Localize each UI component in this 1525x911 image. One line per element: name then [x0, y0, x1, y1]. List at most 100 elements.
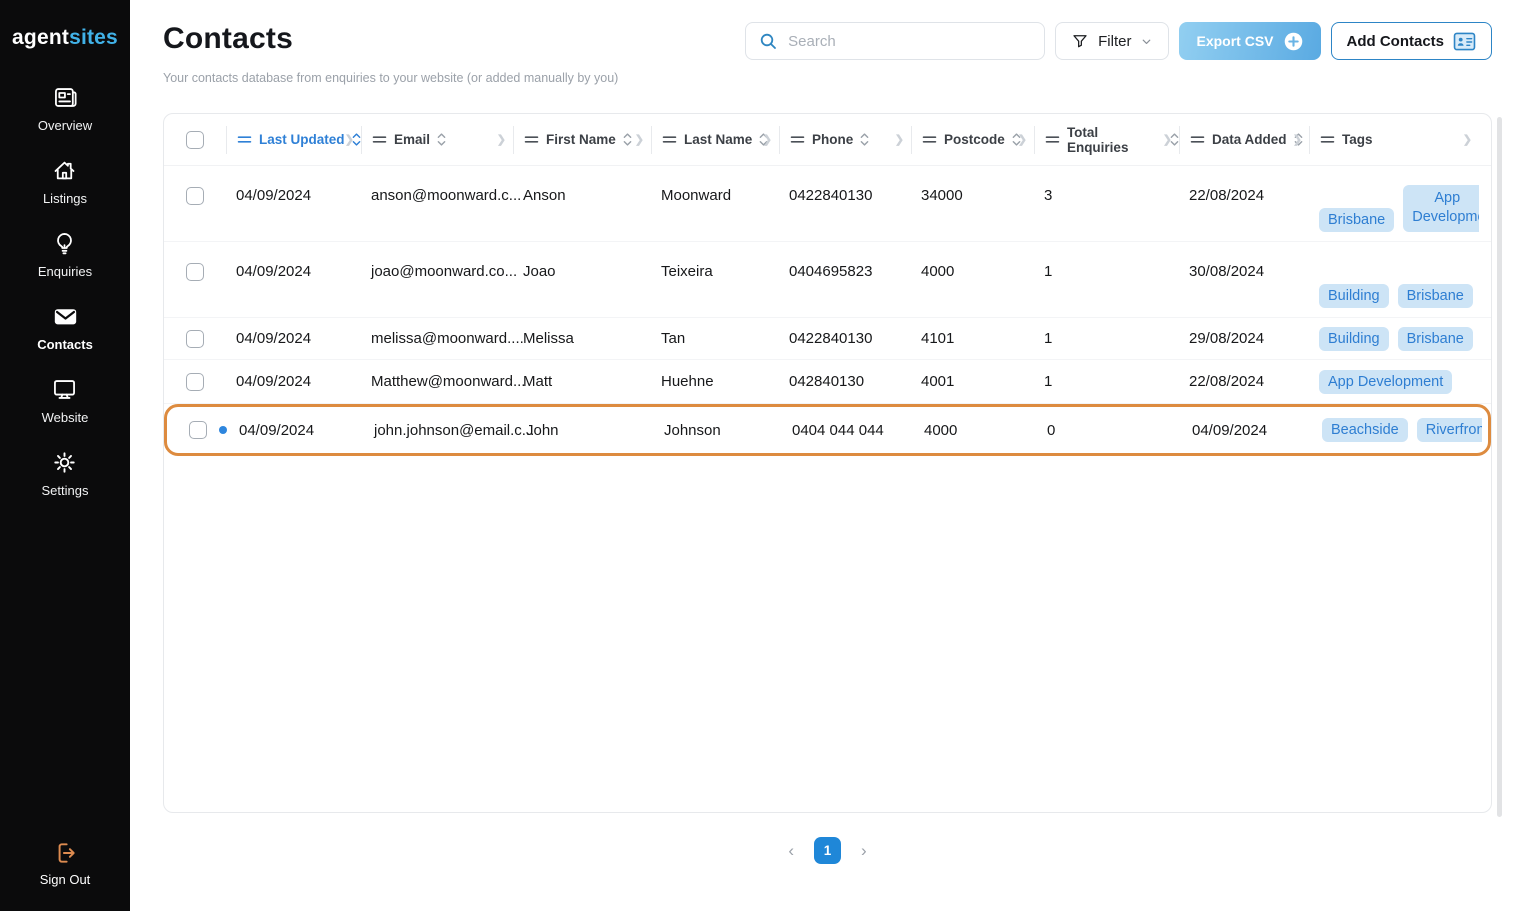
cell-last-updated: 04/09/2024 [236, 373, 312, 390]
column-resize-icon[interactable]: ❯ [763, 133, 772, 146]
cell-first-name: Anson [523, 187, 566, 204]
sidebar-item-contacts[interactable]: Contacts [37, 303, 93, 352]
sidebar-item-website[interactable]: Website [42, 376, 88, 425]
column-resize-icon[interactable]: ❯ [1293, 133, 1302, 146]
current-page-button[interactable]: 1 [814, 837, 841, 864]
sort-icon [860, 133, 869, 146]
column-resize-icon[interactable]: ❯ [635, 133, 644, 146]
drag-handle-icon [1190, 136, 1205, 143]
cell-postcode: 4101 [921, 330, 955, 347]
column-header-tags[interactable]: Tags ❯ [1309, 125, 1479, 154]
tag-pill: Riverfront [1416, 418, 1482, 442]
column-label: Total Enquiries [1066, 124, 1129, 155]
table-row[interactable]: 04/09/2024 joao@moonward.co... Joao Teix… [164, 242, 1491, 318]
sign-out-label: Sign Out [39, 872, 91, 887]
column-resize-icon[interactable]: ❯ [345, 133, 354, 146]
column-header-phone[interactable]: Phone ❯ [779, 125, 911, 154]
sign-out-button[interactable]: Sign Out [0, 840, 130, 887]
sidebar-item-listings[interactable]: Listings [43, 157, 87, 206]
column-resize-icon[interactable]: ❯ [1018, 133, 1027, 146]
cell-date-added: 29/08/2024 [1189, 330, 1265, 347]
cell-email: joao@moonward.co... [371, 263, 518, 280]
row-checkbox[interactable] [186, 263, 204, 281]
cell-tags: Building Brisbane [1309, 284, 1479, 308]
export-csv-button[interactable]: Export CSV [1179, 22, 1321, 60]
row-checkbox[interactable] [186, 329, 204, 348]
row-checkbox[interactable] [186, 372, 204, 391]
column-resize-icon[interactable]: ❯ [1163, 133, 1172, 146]
sidebar: agentsites Overview Listings Enquiries C… [0, 0, 130, 911]
sidebar-item-label: Overview [37, 118, 93, 133]
sidebar-item-enquiries[interactable]: Enquiries [38, 230, 92, 279]
sidebar-item-settings[interactable]: Settings [41, 449, 89, 498]
column-label: Postcode [944, 132, 1005, 147]
column-label: Phone [812, 132, 854, 147]
column-header-data-added[interactable]: Data Added ❯ [1179, 125, 1309, 154]
cell-last-updated: 04/09/2024 [236, 330, 312, 347]
column-resize-icon[interactable]: ❯ [1463, 133, 1472, 146]
sidebar-item-label: Contacts [37, 337, 93, 352]
sort-icon [437, 133, 446, 146]
contact-card-icon [1453, 32, 1476, 51]
export-csv-label: Export CSV [1196, 33, 1274, 49]
next-page-icon[interactable]: › [861, 841, 867, 861]
drag-handle-icon [790, 136, 805, 143]
cell-last-name: Huehne [661, 373, 714, 390]
column-header-email[interactable]: Email ❯ [361, 125, 513, 154]
table-row[interactable]: 04/09/2024 melissa@moonward.... Melissa … [164, 318, 1491, 360]
tag-pill: App Development [1403, 184, 1479, 232]
select-all-checkbox[interactable] [186, 130, 204, 149]
brand-logo-secondary: sites [69, 26, 118, 49]
filter-label: Filter [1098, 32, 1132, 50]
add-contacts-label: Add Contacts [1346, 32, 1445, 50]
column-label: First Name [546, 132, 616, 147]
brand-logo-primary: agent [12, 26, 70, 49]
table-row-highlighted[interactable]: 04/09/2024 john.johnson@email.c... John … [164, 404, 1491, 456]
cell-first-name: Melissa [523, 330, 574, 347]
column-resize-icon[interactable]: ❯ [895, 133, 904, 146]
table-row[interactable]: 04/09/2024 anson@moonward.c... Anson Moo… [164, 166, 1491, 242]
plus-circle-icon [1283, 31, 1304, 52]
column-header-first-name[interactable]: First Name ❯ [513, 125, 651, 154]
cell-email: Matthew@moonward... [371, 373, 526, 390]
cell-date-added: 30/08/2024 [1189, 263, 1265, 280]
cell-last-name: Moonward [661, 187, 732, 204]
column-resize-icon[interactable]: ❯ [497, 133, 506, 146]
pagination: ‹ 1 › [163, 837, 1492, 864]
cell-phone: 042840130 [789, 373, 865, 390]
column-header-postcode[interactable]: Postcode ❯ [911, 125, 1034, 154]
drag-handle-icon [922, 136, 937, 143]
add-contacts-button[interactable]: Add Contacts [1330, 22, 1492, 60]
main-content: Contacts Your contacts database from enq… [130, 0, 1525, 911]
search-icon [758, 31, 778, 51]
cell-first-name: Matt [523, 373, 553, 390]
table-row[interactable]: 04/09/2024 Matthew@moonward... Matt Hueh… [164, 360, 1491, 404]
filter-button[interactable]: Filter [1055, 22, 1170, 60]
page-subtitle: Your contacts database from enquiries to… [163, 71, 619, 85]
search-input[interactable] [788, 32, 1033, 50]
column-label: Email [394, 132, 431, 147]
previous-page-icon[interactable]: ‹ [788, 841, 794, 861]
row-checkbox[interactable] [186, 187, 204, 205]
sidebar-item-overview[interactable]: Overview [38, 84, 92, 133]
column-header-last-name[interactable]: Last Name ❯ [651, 125, 779, 154]
tag-pill: Building [1319, 284, 1389, 308]
brand-logo: agentsites [12, 26, 118, 50]
row-checkbox[interactable] [189, 421, 207, 439]
gear-icon [51, 449, 78, 476]
cell-last-name: Johnson [664, 421, 721, 439]
cell-postcode: 34000 [921, 187, 963, 204]
table-scrollbar[interactable] [1497, 117, 1502, 817]
column-header-total-enquiries[interactable]: Total Enquiries ❯ [1034, 124, 1179, 155]
tag-pill: Brisbane [1319, 208, 1395, 232]
lightbulb-icon [51, 230, 78, 257]
tag-pill: Building [1319, 326, 1389, 351]
cell-date-added: 22/08/2024 [1189, 187, 1265, 204]
sidebar-item-label: Settings [41, 483, 89, 498]
cell-total-enquiries: 1 [1044, 263, 1053, 280]
tag-pill: Brisbane [1397, 326, 1473, 351]
column-header-last-updated[interactable]: Last Updated ❯ [226, 125, 361, 154]
cell-phone: 0404695823 [789, 263, 873, 280]
row-select-cell [164, 372, 226, 391]
cell-last-updated: 04/09/2024 [239, 421, 315, 439]
